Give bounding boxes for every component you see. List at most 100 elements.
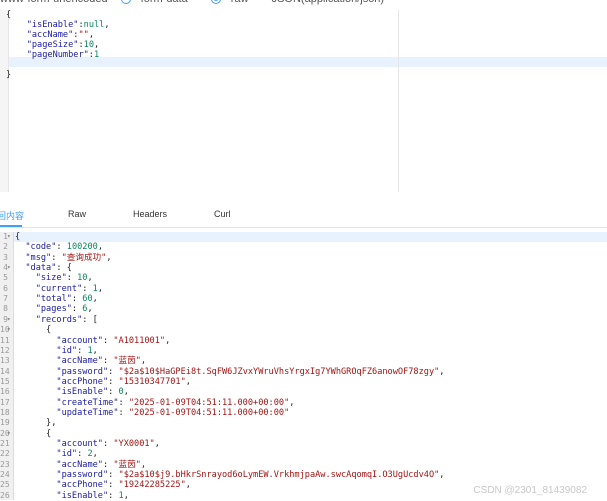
line-number: 22 xyxy=(0,449,10,459)
json-key: "accName" xyxy=(56,356,103,367)
json-key: "updateTime" xyxy=(56,407,119,418)
json-key: "createTime" xyxy=(56,397,119,408)
line-number: 12 xyxy=(0,345,10,355)
response-line: "accName": "蓝茵", xyxy=(15,356,146,366)
json-key: "password" xyxy=(56,470,109,481)
json-comma: , xyxy=(87,304,93,315)
json-colon: : xyxy=(108,366,119,377)
json-value: { xyxy=(66,263,72,274)
json-comma: , xyxy=(88,30,95,40)
json-value: "2025-01-09T04:51:11.000+00:00" xyxy=(128,397,290,408)
urlencoded-option[interactable]: www-form-urlencoded xyxy=(0,0,108,5)
json-colon: : xyxy=(108,387,119,398)
json-colon: : xyxy=(108,376,119,387)
line-number: 13 xyxy=(0,356,10,366)
tab-curl[interactable]: Curl xyxy=(214,209,231,219)
fold-toggle-icon[interactable]: ▾ xyxy=(7,325,11,335)
json-comma: , xyxy=(154,439,160,449)
response-tabs: 返回内容 Raw Headers Curl xyxy=(0,203,607,228)
response-line: "pages": 6, xyxy=(15,304,93,314)
fold-toggle-icon[interactable]: ▾ xyxy=(7,315,11,325)
line-number: 14 xyxy=(0,366,10,376)
request-line: "isEnable":null, xyxy=(6,20,110,30)
json-value: "2025-01-09T04:51:11.000+00:00" xyxy=(128,407,290,418)
response-line: "accPhone": "15310347701", xyxy=(15,377,191,387)
json-punct: { xyxy=(15,428,52,439)
fold-toggle-icon[interactable]: ▾ xyxy=(7,263,11,273)
tab-headers[interactable]: Headers xyxy=(133,209,167,219)
json-comma: , xyxy=(289,397,295,408)
formdata-option[interactable]: form-data xyxy=(120,0,198,5)
response-line: "account": "A1011001", xyxy=(15,336,170,346)
json-colon: : xyxy=(118,407,129,418)
json-key: "data" xyxy=(25,263,57,274)
json-key: "total" xyxy=(35,294,72,305)
json-punct: } xyxy=(6,70,12,80)
response-line: "isEnable": 1, xyxy=(15,490,129,501)
json-value: "" xyxy=(78,30,89,40)
json-value: "$2a$10$j9.bHkrSnrayod6oLymEW.VrkhmjpaAw… xyxy=(118,470,440,481)
json-value: 10 xyxy=(83,40,94,50)
json-value: "$2a$10$HaGPEi8t.SqFW6JZvxYWruVhsYrgxIg7… xyxy=(118,366,440,377)
tab-raw[interactable]: Raw xyxy=(68,209,86,219)
json-comma: , xyxy=(123,490,129,501)
content-type-select[interactable]: JSON(application/json) xyxy=(272,0,385,5)
editor-divider xyxy=(398,10,399,192)
tab-返回内容[interactable]: 返回内容 xyxy=(0,209,24,222)
body-type-bar: www-form-urlencoded form-data raw JSON(a… xyxy=(0,0,607,5)
fold-toggle-icon[interactable]: ▾ xyxy=(7,429,11,439)
raw-option[interactable]: raw xyxy=(210,0,259,5)
active-tab-indicator xyxy=(0,225,22,227)
response-line: "data": { xyxy=(15,263,72,273)
json-key: "msg" xyxy=(25,252,52,263)
json-key: "pageSize" xyxy=(26,40,79,50)
response-line: { xyxy=(15,325,51,335)
json-punct: }, xyxy=(15,418,57,429)
response-line: "code": 100200, xyxy=(15,242,103,252)
request-line: } xyxy=(6,70,11,80)
fold-toggle-icon[interactable]: ▾ xyxy=(7,232,11,242)
json-key: "password" xyxy=(56,366,109,377)
request-body-editor[interactable]: { "isEnable":null, "accName":"", "pageSi… xyxy=(0,10,398,192)
json-colon: : xyxy=(102,335,114,346)
json-colon: : xyxy=(108,480,119,491)
line-number: 21 xyxy=(0,439,10,448)
response-line: "createTime": "2025-01-09T04:51:11.000+0… xyxy=(15,398,294,408)
response-body-viewer[interactable]: 1 ▾{2 "code": 100200, 3 "msg": "查询成功", 4 ▾ "… xyxy=(0,232,607,501)
response-line: "account": "YX0001", xyxy=(15,439,160,449)
radio-selected-icon[interactable] xyxy=(210,0,221,5)
response-line: { xyxy=(15,232,20,242)
json-key: "accPhone" xyxy=(56,480,109,491)
json-value: "YX0001" xyxy=(113,439,155,449)
json-key: "accName" xyxy=(26,30,74,40)
json-comma: , xyxy=(140,356,147,367)
response-line: "current": 1, xyxy=(15,284,103,294)
json-punct: { xyxy=(15,232,21,242)
radio-icon[interactable] xyxy=(120,0,131,5)
json-value: "15310347701" xyxy=(118,376,186,387)
json-punct: { xyxy=(15,325,52,336)
json-comma: , xyxy=(97,283,104,294)
json-key: "isEnable" xyxy=(26,20,79,30)
json-comma: , xyxy=(92,294,98,305)
json-key: "account" xyxy=(56,439,103,449)
json-colon: : xyxy=(77,449,88,460)
watermark: CSDN @2301_81439082 xyxy=(473,485,587,496)
json-value: "蓝茵" xyxy=(113,356,141,367)
line-number: 3 xyxy=(3,252,8,262)
json-key: "account" xyxy=(56,335,103,346)
json-comma: , xyxy=(104,20,110,30)
response-line: "password": "$2a$10$HaGPEi8t.SqFW6JZvxYW… xyxy=(15,367,444,377)
json-key: "isEnable" xyxy=(56,387,109,398)
